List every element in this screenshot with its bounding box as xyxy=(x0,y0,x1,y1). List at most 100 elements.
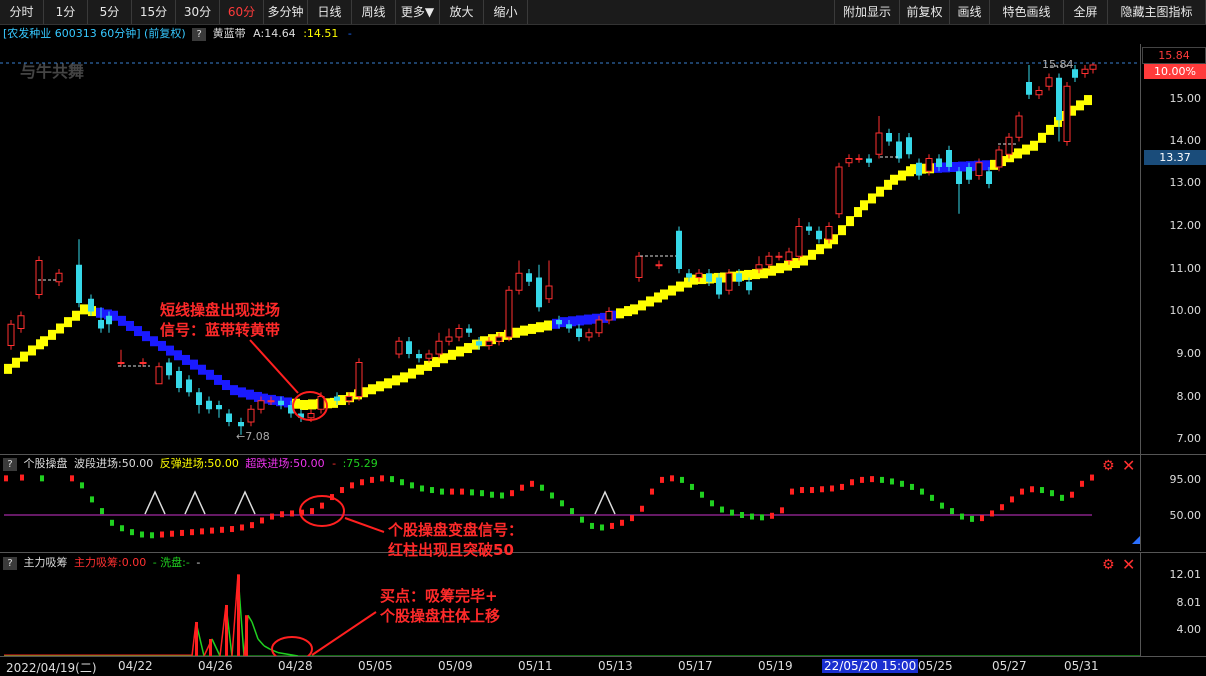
sub1-bar xyxy=(920,488,924,495)
band-block xyxy=(868,193,876,204)
band-block xyxy=(400,372,408,383)
sub1-bar xyxy=(420,485,424,492)
band-block xyxy=(28,345,36,356)
candle-body xyxy=(406,341,412,354)
candle-body xyxy=(706,273,712,282)
sub1-bar xyxy=(810,487,814,494)
candle-body xyxy=(106,315,112,325)
candle-body xyxy=(946,150,952,167)
sub1-value: :75.29 xyxy=(342,457,378,470)
sub1-bar xyxy=(170,530,174,537)
annotation-text: 信号：蓝带转黄带 xyxy=(160,321,281,339)
band-block xyxy=(838,225,846,236)
band-block xyxy=(1030,140,1038,151)
sub1-bar xyxy=(390,476,394,483)
sub1-bar xyxy=(580,516,584,523)
band-block xyxy=(12,357,20,368)
sub1-bar xyxy=(830,485,834,492)
band-block xyxy=(64,317,72,328)
band-block xyxy=(182,354,190,365)
date-label: 2022/04/19(二) xyxy=(6,661,97,675)
sub1-bar xyxy=(610,522,614,529)
sub1-bar xyxy=(1040,487,1044,494)
sub1-bar xyxy=(1080,480,1084,487)
annotation-text: 个股操盘柱体上移 xyxy=(380,607,501,625)
sub1-bar xyxy=(410,482,414,489)
band-block xyxy=(308,399,316,410)
candle-body xyxy=(806,226,812,231)
sub1-bar xyxy=(690,483,694,490)
sub1-bar xyxy=(770,512,774,519)
band-block xyxy=(222,380,230,391)
sub2-settings-icon[interactable]: ⚙ xyxy=(1102,557,1115,573)
band-block xyxy=(1022,144,1030,155)
band-block xyxy=(846,216,854,227)
sub1-close-icon[interactable]: ✕ xyxy=(1122,456,1135,475)
top-price-label: 15.84 xyxy=(1142,47,1206,64)
annotation-text: 短线操盘出现进场 xyxy=(160,301,281,319)
sub1-bar xyxy=(280,511,284,518)
sub1-bar xyxy=(490,491,494,498)
annotation-text: 买点：吸筹完毕+ xyxy=(380,587,498,605)
sub1-bar xyxy=(1020,488,1024,495)
candle-body xyxy=(1005,136,1013,155)
band-block xyxy=(1076,100,1084,111)
sub1-bar xyxy=(840,483,844,490)
sub1-bar xyxy=(210,527,214,534)
band-block xyxy=(584,314,592,325)
sub1-bar xyxy=(230,526,234,533)
price-tick: 11.00 xyxy=(1169,262,1202,275)
band-block xyxy=(1046,124,1054,135)
candle-body xyxy=(117,362,125,364)
candle-body xyxy=(925,158,933,172)
cursor-date-label: 22/05/20 15:00 xyxy=(822,659,919,673)
candle-body xyxy=(605,311,613,321)
candle-body xyxy=(355,362,363,397)
band-block xyxy=(440,353,448,364)
sub1-triangle-marker xyxy=(234,490,256,515)
sub2-name: 主力吸筹 xyxy=(23,556,68,569)
candle-body xyxy=(395,340,403,355)
sub2-help-button[interactable]: ? xyxy=(3,556,17,570)
sub1-help-button[interactable]: ? xyxy=(3,457,17,471)
band-block xyxy=(158,340,166,351)
sub1-bar xyxy=(290,510,294,517)
candle-body xyxy=(76,264,82,303)
sub1-bar xyxy=(670,475,674,482)
sub1-bar xyxy=(1010,496,1014,503)
sub1-bar xyxy=(310,508,314,515)
sub1-bar xyxy=(630,515,634,522)
sub1-bar xyxy=(750,513,754,520)
sub1-bar xyxy=(870,476,874,483)
sub1-bar xyxy=(20,474,24,481)
band-block xyxy=(126,320,134,331)
sub1-bar xyxy=(740,512,744,518)
candle-body xyxy=(1035,90,1043,96)
candle-body xyxy=(425,353,433,359)
sub1-bar xyxy=(590,522,594,529)
candle-body xyxy=(334,396,340,401)
sub2-header: ? 主力吸筹 主力吸筹:0.00 - 洗盘:- - xyxy=(0,555,200,571)
sub1-bar xyxy=(510,490,514,497)
sub1-bar xyxy=(500,492,504,499)
candle-body xyxy=(906,137,912,155)
candle-body xyxy=(536,277,542,308)
band-block xyxy=(174,350,182,361)
annotation-arrow xyxy=(311,611,377,656)
sub2-close-icon[interactable]: ✕ xyxy=(1122,555,1135,574)
sub2-bar xyxy=(195,622,198,656)
high-label: 15.84 xyxy=(1042,58,1074,71)
band-block xyxy=(668,285,676,296)
sub1-bar xyxy=(560,500,564,507)
candle-body xyxy=(755,264,763,270)
sub1-name: 个股操盘 xyxy=(23,457,68,470)
sub1-bar xyxy=(140,531,144,538)
price-tick: 15.00 xyxy=(1169,92,1202,105)
band-block xyxy=(432,357,440,368)
sub1-settings-icon[interactable]: ⚙ xyxy=(1102,458,1115,474)
candle-body xyxy=(845,158,853,164)
sub2-line xyxy=(247,614,253,623)
panel-divider xyxy=(0,552,1206,553)
date-label: 04/26 xyxy=(198,659,233,673)
sub1-rebound: 反弹进场:50.00 xyxy=(159,457,239,470)
